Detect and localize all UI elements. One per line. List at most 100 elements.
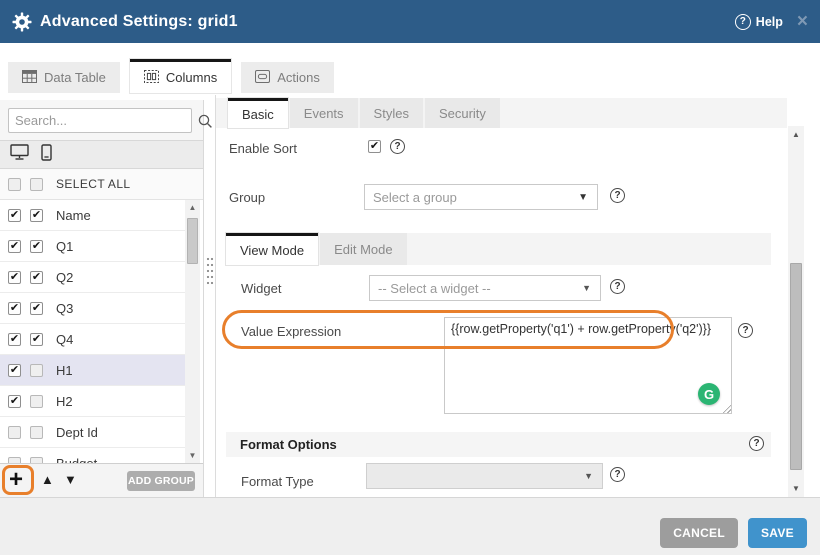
help-icon[interactable]: ? bbox=[390, 139, 405, 154]
move-down-button[interactable]: ▼ bbox=[64, 473, 77, 486]
chevron-down-icon: ▼ bbox=[578, 192, 588, 203]
column-mobile-checkbox[interactable] bbox=[30, 395, 43, 408]
column-row[interactable]: Q4 bbox=[0, 324, 186, 355]
dialog-title: Advanced Settings: grid1 bbox=[40, 13, 238, 31]
help-icon[interactable]: ? bbox=[610, 188, 625, 203]
select-all-label: SELECT ALL bbox=[56, 177, 131, 191]
column-row[interactable]: Dept Id bbox=[0, 417, 186, 448]
scroll-down-icon[interactable]: ▼ bbox=[185, 451, 200, 460]
tab-label: View Mode bbox=[240, 243, 304, 258]
settings-tab-bar: Basic Events Styles Security bbox=[216, 98, 787, 128]
select-all-row[interactable]: SELECT ALL bbox=[0, 169, 203, 200]
cancel-button[interactable]: CANCEL bbox=[660, 518, 738, 548]
chevron-down-icon: ▼ bbox=[584, 471, 593, 481]
widget-select[interactable]: -- Select a widget -- ▼ bbox=[369, 275, 601, 301]
column-desktop-checkbox[interactable] bbox=[8, 209, 21, 222]
tab-label: Columns bbox=[166, 70, 217, 85]
column-row[interactable]: H2 bbox=[0, 386, 186, 417]
dialog-header: Advanced Settings: grid1 ? Help × bbox=[0, 0, 820, 43]
panel-splitter[interactable] bbox=[205, 100, 215, 497]
column-desktop-checkbox[interactable] bbox=[8, 240, 21, 253]
format-type-select[interactable]: ▼ bbox=[366, 463, 603, 489]
move-up-button[interactable]: ▲ bbox=[41, 473, 54, 486]
column-row[interactable]: Q3 bbox=[0, 293, 186, 324]
tab-basic[interactable]: Basic bbox=[228, 98, 288, 128]
value-expression-label: Value Expression bbox=[241, 324, 341, 339]
tab-styles[interactable]: Styles bbox=[360, 98, 423, 128]
tab-security[interactable]: Security bbox=[425, 98, 500, 128]
scroll-up-icon[interactable]: ▲ bbox=[185, 203, 200, 212]
panel-scrollbar[interactable]: ▲ ▼ bbox=[788, 126, 804, 497]
column-label: Budget bbox=[56, 456, 97, 464]
value-expression-field: {{row.getProperty('q1') + row.getPropert… bbox=[444, 317, 732, 414]
column-label: H2 bbox=[56, 394, 73, 409]
select-all-desktop-checkbox[interactable] bbox=[8, 178, 21, 191]
help-icon[interactable]: ? bbox=[738, 323, 753, 338]
scroll-down-icon[interactable]: ▼ bbox=[788, 484, 804, 493]
scrollbar-thumb[interactable] bbox=[187, 218, 198, 264]
tab-actions[interactable]: Actions bbox=[241, 62, 334, 93]
columns-icon bbox=[144, 70, 159, 86]
value-expression-textarea[interactable]: {{row.getProperty('q1') + row.getPropert… bbox=[444, 317, 732, 414]
tab-label: Security bbox=[439, 106, 486, 121]
column-mobile-checkbox[interactable] bbox=[30, 333, 43, 346]
column-label: Q3 bbox=[56, 301, 73, 316]
column-row[interactable]: Q1 bbox=[0, 231, 186, 262]
column-desktop-checkbox[interactable] bbox=[8, 426, 21, 439]
tab-label: Styles bbox=[374, 106, 409, 121]
tab-label: Data Table bbox=[44, 70, 106, 85]
tab-events[interactable]: Events bbox=[290, 98, 358, 128]
tab-view-mode[interactable]: View Mode bbox=[226, 233, 318, 265]
main-tab-bar: Data Table Columns Actions bbox=[8, 59, 334, 93]
select-all-mobile-checkbox[interactable] bbox=[30, 178, 43, 191]
group-label: Group bbox=[229, 190, 265, 205]
column-settings-panel: Basic Events Styles Security Enable Sort… bbox=[215, 95, 786, 497]
format-options-header: Format Options bbox=[226, 432, 771, 457]
column-desktop-checkbox[interactable] bbox=[8, 333, 21, 346]
column-mobile-checkbox[interactable] bbox=[30, 426, 43, 439]
widget-select-value: -- Select a widget -- bbox=[370, 281, 582, 296]
column-mobile-checkbox[interactable] bbox=[30, 364, 43, 377]
save-button[interactable]: SAVE bbox=[748, 518, 807, 548]
sidebar-scrollbar[interactable]: ▲ ▼ bbox=[185, 200, 200, 463]
column-mobile-checkbox[interactable] bbox=[30, 209, 43, 222]
help-button[interactable]: ? Help bbox=[735, 14, 783, 30]
add-column-button[interactable]: + bbox=[9, 465, 23, 495]
format-options-label: Format Options bbox=[240, 437, 337, 452]
enable-sort-checkbox[interactable] bbox=[368, 140, 381, 153]
splitter-grip-icon bbox=[206, 256, 214, 286]
column-desktop-checkbox[interactable] bbox=[8, 395, 21, 408]
column-row[interactable]: H1 bbox=[0, 355, 186, 386]
column-mobile-checkbox[interactable] bbox=[30, 302, 43, 315]
column-desktop-checkbox[interactable] bbox=[8, 271, 21, 284]
column-row[interactable]: Name bbox=[0, 200, 186, 231]
tab-edit-mode[interactable]: Edit Mode bbox=[320, 233, 407, 265]
column-row[interactable]: Q2 bbox=[0, 262, 186, 293]
tab-columns[interactable]: Columns bbox=[130, 59, 231, 93]
search-input[interactable] bbox=[9, 113, 197, 128]
dialog-footer: CANCEL SAVE bbox=[0, 497, 820, 555]
chevron-down-icon: ▼ bbox=[582, 283, 591, 293]
tab-label: Basic bbox=[242, 107, 274, 122]
add-group-button[interactable]: ADD GROUP bbox=[127, 471, 195, 491]
column-label: Dept Id bbox=[56, 425, 98, 440]
column-desktop-checkbox[interactable] bbox=[8, 364, 21, 377]
mobile-icon[interactable] bbox=[41, 144, 52, 166]
column-row[interactable]: Budget bbox=[0, 448, 186, 463]
mode-tab-bar: View Mode Edit Mode bbox=[226, 233, 771, 265]
close-icon[interactable]: × bbox=[797, 12, 808, 31]
column-desktop-checkbox[interactable] bbox=[8, 302, 21, 315]
tab-data-table[interactable]: Data Table bbox=[8, 62, 120, 93]
desktop-icon[interactable] bbox=[10, 144, 29, 166]
column-mobile-checkbox[interactable] bbox=[30, 271, 43, 284]
help-icon[interactable]: ? bbox=[610, 279, 625, 294]
grammarly-icon[interactable]: G bbox=[698, 383, 720, 405]
scrollbar-thumb[interactable] bbox=[790, 263, 802, 470]
group-select[interactable]: Select a group ▼ bbox=[364, 184, 598, 210]
scroll-up-icon[interactable]: ▲ bbox=[788, 130, 804, 139]
column-mobile-checkbox[interactable] bbox=[30, 240, 43, 253]
tab-label: Actions bbox=[277, 70, 320, 85]
help-icon[interactable]: ? bbox=[749, 436, 764, 451]
help-icon[interactable]: ? bbox=[610, 467, 625, 482]
tab-label: Edit Mode bbox=[334, 242, 393, 257]
